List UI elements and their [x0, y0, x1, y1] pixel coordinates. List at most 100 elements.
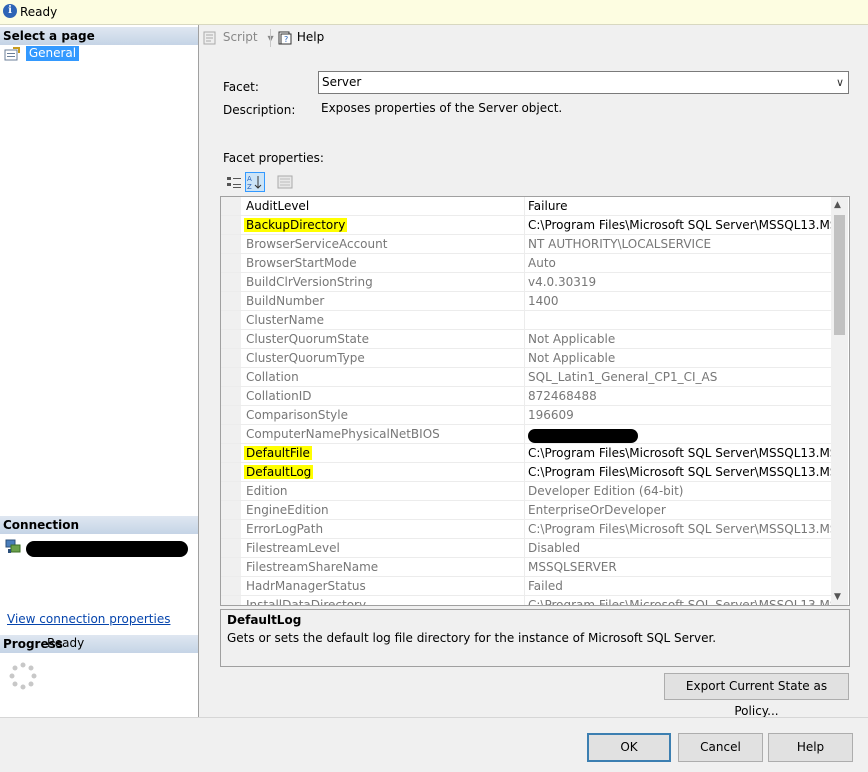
server-connection-icon: [5, 539, 21, 553]
property-row[interactable]: AuditLevel Failure: [221, 197, 833, 216]
alphabetical-button[interactable]: AZ: [245, 172, 265, 192]
property-row[interactable]: Edition Developer Edition (64-bit): [221, 482, 833, 501]
property-name-text: BackupDirectory: [244, 218, 348, 232]
property-value[interactable]: Failure: [528, 199, 833, 213]
help-button[interactable]: Help: [768, 733, 853, 762]
column-divider: [524, 596, 525, 605]
property-row[interactable]: EngineEdition EnterpriseOrDeveloper: [221, 501, 833, 520]
property-value[interactable]: SQL_Latin1_General_CP1_CI_AS: [528, 370, 833, 384]
property-row[interactable]: Collation SQL_Latin1_General_CP1_CI_AS: [221, 368, 833, 387]
property-description-text: Gets or sets the default log file direct…: [227, 631, 717, 645]
view-connection-properties-link[interactable]: View connection properties: [7, 612, 170, 626]
property-name: InstallDataDirectory: [246, 598, 366, 605]
column-divider: [524, 463, 525, 482]
column-divider: [524, 235, 525, 254]
property-row[interactable]: ClusterQuorumType Not Applicable: [221, 349, 833, 368]
property-value[interactable]: Auto: [528, 256, 833, 270]
property-row[interactable]: BuildClrVersionString v4.0.30319: [221, 273, 833, 292]
column-divider: [524, 406, 525, 425]
property-row[interactable]: FilestreamShareName MSSQLSERVER: [221, 558, 833, 577]
help-book-icon: ?: [277, 31, 293, 45]
toolbar-separator: [270, 29, 271, 47]
property-value[interactable]: C:\Program Files\Microsoft SQL Server\MS…: [528, 522, 833, 536]
property-row[interactable]: HadrManagerStatus Failed: [221, 577, 833, 596]
property-row[interactable]: ComparisonStyle 196609: [221, 406, 833, 425]
property-row[interactable]: InstallDataDirectory C:\Program Files\Mic…: [221, 596, 833, 605]
property-value[interactable]: Failed: [528, 579, 833, 593]
property-value[interactable]: C:\Program Files\Microsoft SQL Server\MS…: [528, 465, 833, 479]
property-value[interactable]: Not Applicable: [528, 351, 833, 365]
property-value[interactable]: C:\Program Files\Microsoft SQL Server\MS…: [528, 598, 833, 605]
property-row[interactable]: ErrorLogPath C:\Program Files\Microsoft S…: [221, 520, 833, 539]
property-name-text: AuditLevel: [246, 199, 310, 213]
script-button[interactable]: Script ▼: [203, 30, 274, 45]
export-policy-button[interactable]: Export Current State as Policy...: [664, 673, 849, 718]
column-divider: [524, 197, 525, 216]
property-row[interactable]: DefaultLog C:\Program Files\Microsoft SQL…: [221, 463, 833, 482]
property-grid[interactable]: AuditLevel Failure BackupDirectory C:\Progr…: [220, 196, 850, 606]
property-value[interactable]: Developer Edition (64-bit): [528, 484, 833, 498]
categorized-button[interactable]: [223, 172, 245, 194]
property-grid-scrollbar[interactable]: ▲ ▼: [831, 197, 848, 605]
sort-alphabetical-icon: AZ: [247, 175, 262, 191]
property-name-text: ErrorLogPath: [246, 522, 324, 536]
scroll-up-icon[interactable]: ▲: [834, 200, 841, 210]
property-name-text: Collation: [246, 370, 299, 384]
property-row[interactable]: BrowserStartMode Auto: [221, 254, 833, 273]
property-row[interactable]: ClusterName: [221, 311, 833, 330]
property-description-panel: DefaultLog Gets or sets the default log …: [220, 609, 850, 667]
property-name: BrowserServiceAccount: [246, 237, 387, 251]
property-row[interactable]: BrowserServiceAccount NT AUTHORITY\LOCALS…: [221, 235, 833, 254]
property-value[interactable]: C:\Program Files\Microsoft SQL Server\MS…: [528, 218, 833, 232]
property-value[interactable]: v4.0.30319: [528, 275, 833, 289]
ok-button[interactable]: OK: [587, 733, 671, 762]
help-toolbar-button[interactable]: ? Help: [277, 30, 324, 45]
redacted-server-name: [26, 541, 188, 557]
property-value[interactable]: EnterpriseOrDeveloper: [528, 503, 833, 517]
property-name: BuildClrVersionString: [246, 275, 373, 289]
property-value[interactable]: 196609: [528, 408, 833, 422]
property-name-text: ClusterQuorumType: [246, 351, 365, 365]
column-divider: [524, 330, 525, 349]
property-value[interactable]: MSSQLSERVER: [528, 560, 833, 574]
page-item-general[interactable]: General: [4, 46, 80, 61]
property-name: BuildNumber: [246, 294, 324, 308]
property-pages-button[interactable]: [276, 174, 294, 190]
facet-select[interactable]: Server ∨: [318, 71, 849, 94]
scrollbar-thumb[interactable]: [834, 215, 845, 335]
property-value[interactable]: Disabled: [528, 541, 833, 555]
property-name: DefaultLog: [244, 465, 314, 479]
property-row[interactable]: ClusterQuorumState Not Applicable: [221, 330, 833, 349]
categorized-icon: [227, 177, 241, 188]
property-name: EngineEdition: [246, 503, 329, 517]
property-name: DefaultFile: [244, 446, 312, 460]
property-description-title: DefaultLog: [227, 613, 302, 627]
property-name: FilestreamLevel: [246, 541, 340, 555]
progress-header: Progress: [0, 635, 198, 653]
left-panel: Select a page General Connection View co…: [0, 25, 199, 717]
property-name: BrowserStartMode: [246, 256, 357, 270]
column-divider: [524, 539, 525, 558]
cancel-button[interactable]: Cancel: [678, 733, 763, 762]
progress-status: Ready: [47, 636, 85, 650]
svg-text:A: A: [247, 175, 252, 183]
property-name: ComparisonStyle: [246, 408, 348, 422]
property-row[interactable]: BuildNumber 1400: [221, 292, 833, 311]
property-page-icon: [4, 46, 20, 60]
property-value[interactable]: 872468488: [528, 389, 833, 403]
column-divider: [524, 425, 525, 444]
property-name-text: CollationID: [246, 389, 312, 403]
property-name-text: HadrManagerStatus: [246, 579, 366, 593]
property-value[interactable]: Not Applicable: [528, 332, 833, 346]
page-item-label: General: [25, 46, 80, 61]
scroll-down-icon[interactable]: ▼: [834, 592, 841, 602]
property-value[interactable]: C:\Program Files\Microsoft SQL Server\MS…: [528, 446, 833, 460]
property-row[interactable]: BackupDirectory C:\Program Files\Microsof…: [221, 216, 833, 235]
property-value[interactable]: NT AUTHORITY\LOCALSERVICE: [528, 237, 833, 251]
property-row[interactable]: FilestreamLevel Disabled: [221, 539, 833, 558]
property-row[interactable]: CollationID 872468488: [221, 387, 833, 406]
property-value[interactable]: 1400: [528, 294, 833, 308]
property-name: HadrManagerStatus: [246, 579, 366, 593]
property-row[interactable]: DefaultFile C:\Program Files\Microsoft SQ…: [221, 444, 833, 463]
property-row[interactable]: ComputerNamePhysicalNetBIOS: [221, 425, 833, 444]
